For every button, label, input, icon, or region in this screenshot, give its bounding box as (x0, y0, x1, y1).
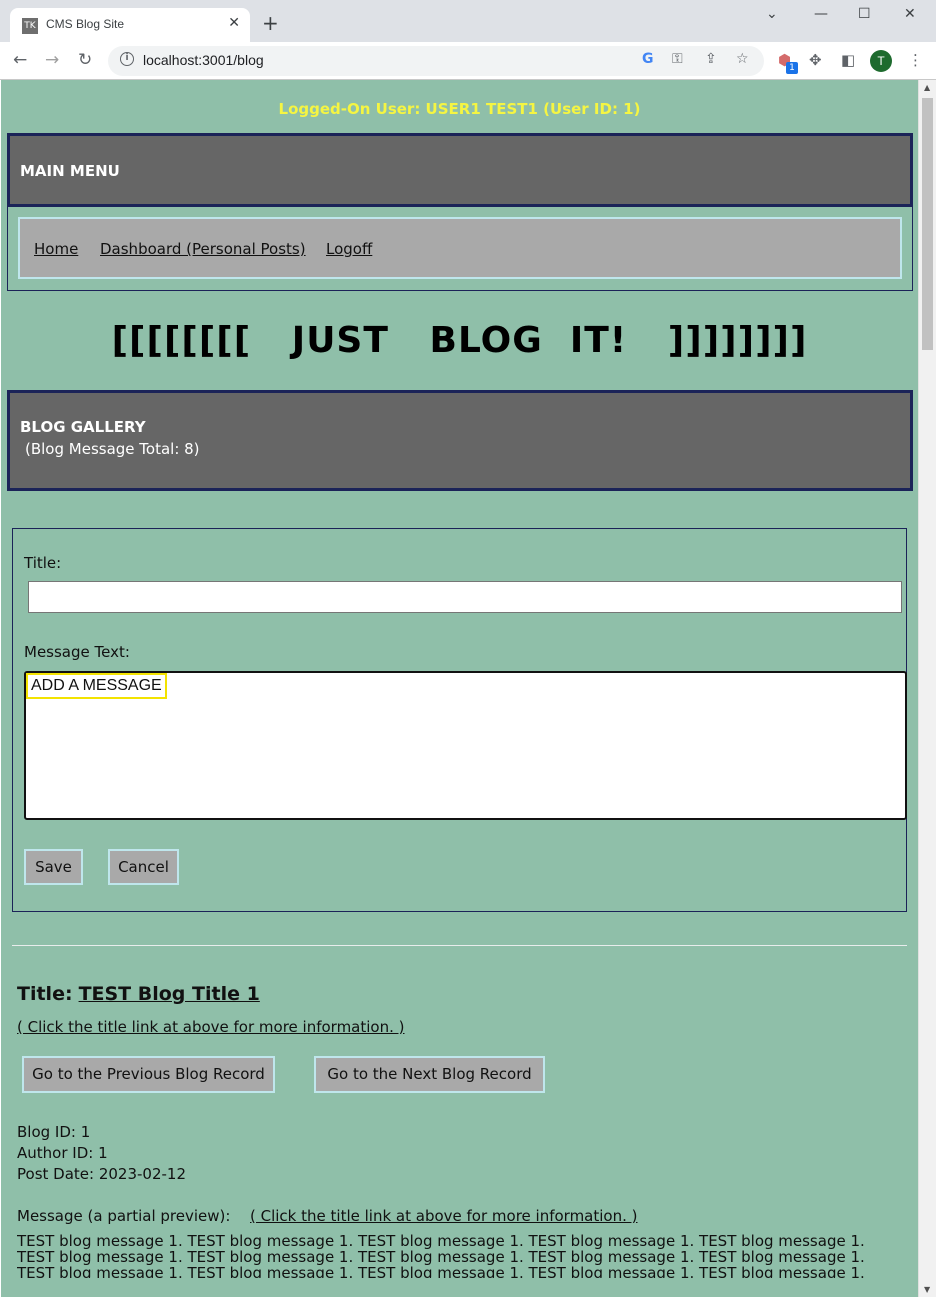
gallery-title: BLOG GALLERY (20, 418, 146, 436)
post-title-link[interactable]: TEST Blog Title 1 (79, 983, 260, 1005)
preview-label: Message (a partial preview): (17, 1207, 231, 1225)
save-button[interactable]: Save (24, 849, 83, 885)
menu-dots-icon[interactable]: ⋮ (908, 51, 923, 69)
scroll-up-icon[interactable]: ▲ (924, 83, 930, 92)
site-title: [[[[[[[[ JUST BLOG IT! ]]]]]]]] (111, 320, 808, 361)
blog-gallery-header: BLOG GALLERY (Blog Message Total: 8) (7, 390, 913, 491)
tab-close-icon[interactable]: ✕ (228, 15, 240, 31)
scroll-down-icon[interactable]: ▼ (924, 1285, 930, 1294)
main-menu-container: Home Dashboard (Personal Posts) Logoff (7, 207, 913, 291)
blog-id: Blog ID: 1 (17, 1123, 91, 1141)
message-preview: TEST blog message 1. TEST blog message 1… (17, 1233, 865, 1278)
message-placeholder: ADD A MESSAGE (26, 673, 167, 699)
cancel-button[interactable]: Cancel (108, 849, 179, 885)
next-record-button[interactable]: Go to the Next Blog Record (314, 1056, 545, 1093)
scroll-thumb[interactable] (922, 98, 933, 350)
key-icon[interactable]: ⚿ (672, 51, 683, 67)
nav-link-home[interactable]: Home (34, 240, 78, 258)
browser-tab[interactable]: TK CMS Blog Site ✕ (10, 8, 250, 42)
author-id: Author ID: 1 (17, 1144, 108, 1162)
window-close-icon[interactable]: ✕ (904, 6, 916, 22)
profile-avatar[interactable]: T (870, 50, 892, 72)
nav-link-logoff[interactable]: Logoff (326, 240, 372, 258)
tab-title: CMS Blog Site (46, 17, 125, 31)
tab-search-icon[interactable]: ⌄ (766, 6, 778, 22)
bookmark-star-icon[interactable]: ☆ (736, 51, 749, 67)
share-icon[interactable]: ⇪ (705, 51, 717, 67)
google-icon[interactable]: G (642, 51, 654, 67)
browser-chrome: TK CMS Blog Site ✕ + ⌄ — ☐ ✕ ← → ↻ i loc… (0, 0, 936, 80)
new-tab-icon[interactable]: + (262, 13, 279, 33)
extension-badge: 1 (786, 62, 798, 74)
message-textarea[interactable]: ADD A MESSAGE (24, 671, 907, 820)
title-label: Title: (24, 554, 62, 572)
main-menu-title: MAIN MENU (20, 162, 120, 180)
minimize-icon[interactable]: — (814, 6, 828, 22)
title-input[interactable] (28, 581, 902, 613)
section-divider (12, 945, 907, 946)
maximize-icon[interactable]: ☐ (858, 6, 871, 22)
nav-link-dashboard[interactable]: Dashboard (Personal Posts) (100, 240, 306, 258)
post-title-prefix: Title: (17, 983, 73, 1005)
main-menu-header: MAIN MENU (7, 133, 913, 207)
post-title-row: Title: TEST Blog Title 1 (17, 983, 260, 1005)
site-info-icon[interactable]: i (120, 52, 134, 66)
post-date: Post Date: 2023-02-12 (17, 1165, 186, 1183)
main-menu-nav: Home Dashboard (Personal Posts) Logoff (18, 217, 902, 279)
preview-more-info-link[interactable]: ( Click the title link at above for more… (250, 1207, 638, 1225)
page-viewport: Logged-On User: USER1 TEST1 (User ID: 1)… (1, 80, 918, 1297)
logged-user-banner: Logged-On User: USER1 TEST1 (User ID: 1) (278, 100, 641, 118)
page-scrollbar[interactable]: ▲ ▼ (918, 80, 936, 1297)
gallery-count: (Blog Message Total: 8) (25, 440, 200, 458)
tab-strip: TK CMS Blog Site ✕ + ⌄ — ☐ ✕ (0, 0, 936, 42)
address-bar[interactable]: i localhost:3001/blog G ⚿ ⇪ ☆ (108, 46, 764, 76)
forward-icon[interactable]: → (45, 50, 59, 70)
new-post-form: Title: Message Text: ADD A MESSAGE Save … (12, 528, 907, 912)
puzzle-icon[interactable]: ✥ (809, 51, 822, 69)
side-panel-icon[interactable]: ◧ (841, 51, 855, 69)
address-url[interactable]: localhost:3001/blog (143, 52, 264, 68)
reload-icon[interactable]: ↻ (78, 50, 92, 70)
previous-record-button[interactable]: Go to the Previous Blog Record (22, 1056, 275, 1093)
favicon-icon: TK (22, 18, 38, 34)
browser-toolbar: ← → ↻ i localhost:3001/blog G ⚿ ⇪ ☆ ⬢ 1 … (0, 42, 936, 80)
back-icon[interactable]: ← (13, 50, 27, 70)
message-label: Message Text: (24, 643, 130, 661)
more-info-link[interactable]: ( Click the title link at above for more… (17, 1018, 405, 1036)
